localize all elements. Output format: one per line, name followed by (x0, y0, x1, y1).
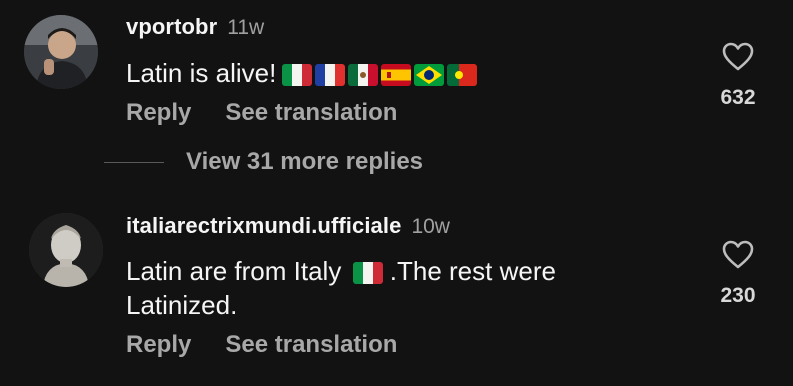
flag-spain-icon (381, 64, 412, 87)
comment-age: 11w (227, 16, 265, 39)
flag-italy-icon (282, 64, 313, 87)
flag-row (352, 262, 383, 285)
view-replies[interactable]: View 31 more replies (104, 148, 423, 176)
username-row: vportobr 11w (126, 14, 264, 40)
see-translation-button[interactable]: See translation (225, 99, 397, 127)
username-row: italiarectrixmundi.ufficiale 10w (126, 213, 450, 239)
reply-button[interactable]: Reply (126, 331, 191, 359)
username[interactable]: vportobr (126, 14, 217, 40)
comment-body-part3: Latinized. (126, 290, 238, 320)
heart-icon[interactable] (722, 240, 754, 270)
avatar[interactable] (24, 15, 98, 89)
see-translation-button[interactable]: See translation (225, 331, 397, 359)
username[interactable]: italiarectrixmundi.ufficiale (126, 213, 401, 239)
flag-mexico-icon (348, 64, 379, 87)
comment-actions: Reply See translation (126, 99, 397, 127)
heart-icon[interactable] (722, 42, 754, 72)
reply-button[interactable]: Reply (126, 99, 191, 127)
view-more-replies-button[interactable]: View 31 more replies (186, 148, 423, 176)
like-area: 632 (705, 42, 771, 110)
comment-actions: Reply See translation (126, 331, 397, 359)
avatar[interactable] (29, 213, 103, 287)
comment-body-part1: Latin are from Italy (126, 256, 342, 286)
comment-body-part2: .The rest were (382, 256, 556, 286)
comment-text: Latin are from Italy .The rest were Lati… (126, 254, 556, 322)
comment-body: Latin is alive! (126, 58, 277, 88)
comment-age: 10w (411, 215, 450, 238)
flag-brazil-icon (414, 64, 445, 87)
flag-italy-icon (352, 262, 383, 285)
like-area: 230 (705, 240, 771, 308)
flag-portugal-icon (447, 64, 478, 87)
like-count: 230 (720, 284, 756, 307)
flag-row (282, 64, 478, 87)
flag-france-icon (315, 64, 346, 87)
like-count: 632 (720, 86, 756, 109)
comment-text: Latin is alive! (126, 56, 478, 90)
replies-divider (104, 161, 164, 163)
